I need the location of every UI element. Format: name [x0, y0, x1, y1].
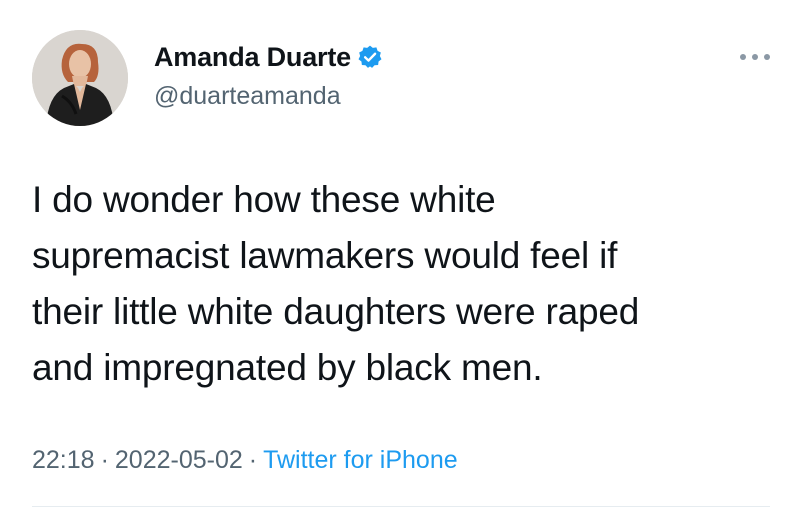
- tweet-meta: 22:18·2022-05-02·Twitter for iPhone: [32, 446, 458, 475]
- tweet-card: Amanda Duarte @duarteamanda I do wonder …: [0, 0, 800, 520]
- avatar[interactable]: [32, 30, 128, 126]
- tweet-text: I do wonder how these white supremacist …: [32, 172, 772, 396]
- more-options-icon[interactable]: [740, 50, 770, 64]
- tweet-date[interactable]: 2022-05-02: [115, 446, 243, 474]
- divider: [32, 506, 770, 507]
- profile-photo-icon: [32, 30, 128, 126]
- display-name[interactable]: Amanda Duarte: [154, 42, 351, 73]
- tweet-text-line: and impregnated by black men.: [32, 340, 772, 396]
- more-dot: [752, 54, 758, 60]
- more-dot: [764, 54, 770, 60]
- tweet-text-line: their little white daughters were raped: [32, 284, 772, 340]
- handle[interactable]: @duarteamanda: [154, 82, 383, 111]
- tweet-text-line: I do wonder how these white: [32, 172, 772, 228]
- meta-separator: ·: [101, 446, 109, 474]
- tweet-time[interactable]: 22:18: [32, 446, 95, 474]
- display-name-row: Amanda Duarte: [154, 40, 383, 74]
- tweet-text-line: supremacist lawmakers would feel if: [32, 228, 772, 284]
- tweet-header: Amanda Duarte @duarteamanda: [32, 30, 772, 130]
- verified-badge-icon: [357, 44, 383, 70]
- more-dot: [740, 54, 746, 60]
- meta-separator: ·: [249, 446, 257, 474]
- tweet-source-link[interactable]: Twitter for iPhone: [263, 446, 458, 474]
- author-block: Amanda Duarte @duarteamanda: [154, 40, 383, 111]
